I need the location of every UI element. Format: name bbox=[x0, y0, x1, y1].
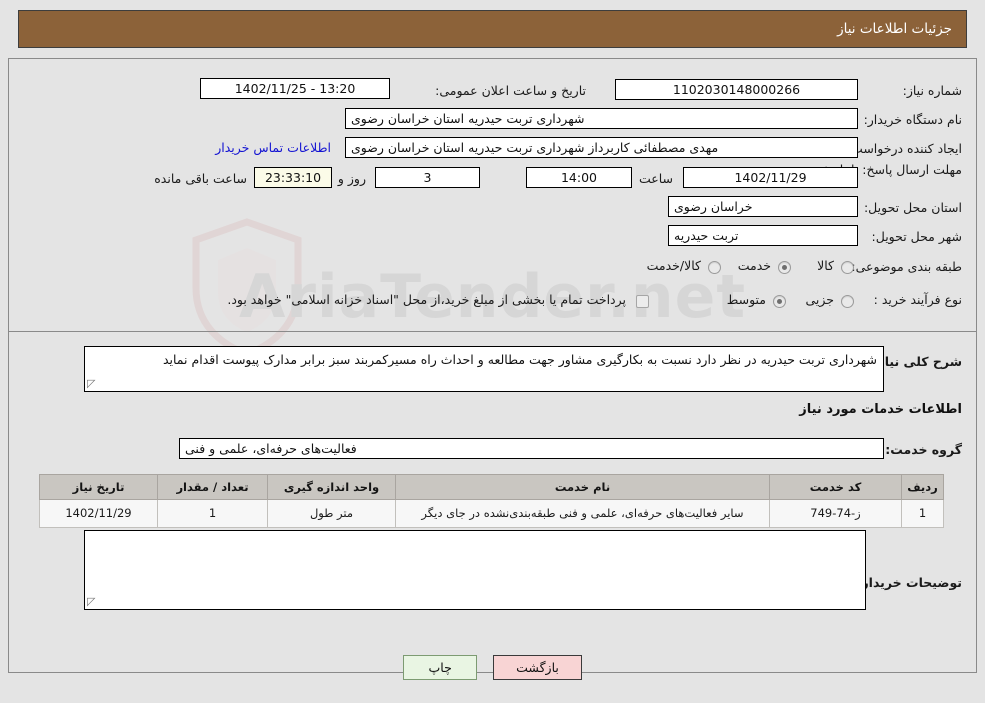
process-label: نوع فرآیند خرید : bbox=[873, 292, 962, 307]
buyer-notes-label: توضیحات خریدار: bbox=[856, 575, 962, 590]
description-textarea[interactable]: شهرداری تربت حیدریه در نظر دارد نسبت به … bbox=[84, 346, 884, 392]
category-option-khedmat-label: خدمت bbox=[737, 258, 771, 273]
description-text: شهرداری تربت حیدریه در نظر دارد نسبت به … bbox=[162, 352, 877, 367]
cell-row: 1 bbox=[901, 499, 944, 528]
cell-name: سایر فعالیت‌های حرفه‌ای، علمی و فنی طبقه… bbox=[395, 499, 770, 528]
days-label: روز و bbox=[337, 171, 366, 186]
city-label: شهر محل تحویل: bbox=[871, 229, 962, 244]
page-title-bar: جزئیات اطلاعات نیاز bbox=[18, 10, 967, 48]
back-button[interactable]: بازگشت bbox=[493, 655, 582, 680]
need-number-label: شماره نیاز: bbox=[902, 83, 962, 98]
hour-label: ساعت bbox=[638, 171, 673, 186]
print-button[interactable]: چاپ bbox=[403, 655, 478, 680]
requester-field: مهدی مصطفائی کاربرداز شهرداری تربت حیدری… bbox=[345, 137, 858, 158]
countdown-field: 23:33:10 bbox=[254, 167, 332, 188]
resize-handle-icon[interactable]: ◹ bbox=[87, 377, 99, 390]
treasury-checkbox[interactable] bbox=[636, 295, 649, 308]
cell-unit: متر طول bbox=[267, 499, 396, 528]
announce-label: تاریخ و ساعت اعلان عمومی: bbox=[435, 83, 586, 98]
buyer-notes-textarea[interactable]: ◹ bbox=[84, 530, 866, 610]
action-buttons: بازگشت چاپ bbox=[0, 655, 985, 680]
deadline-date-field: 1402/11/29 bbox=[683, 167, 858, 188]
buyer-org-label: نام دستگاه خریدار: bbox=[863, 112, 962, 127]
city-field: تربت حیدریه bbox=[668, 225, 858, 246]
th-date: تاریخ نیاز bbox=[39, 474, 158, 500]
th-row: ردیف bbox=[901, 474, 944, 500]
hour-field: 14:00 bbox=[526, 167, 632, 188]
need-number-field: 1102030148000266 bbox=[615, 79, 858, 100]
days-field: 3 bbox=[375, 167, 480, 188]
radio-category-khedmat[interactable] bbox=[778, 261, 791, 274]
service-group-field: فعالیت‌های حرفه‌ای، علمی و فنی bbox=[179, 438, 884, 459]
cell-qty: 1 bbox=[157, 499, 268, 528]
radio-process-motavaset[interactable] bbox=[773, 295, 786, 308]
th-name: نام خدمت bbox=[395, 474, 770, 500]
province-field: خراسان رضوی bbox=[668, 196, 858, 217]
cell-date: 1402/11/29 bbox=[39, 499, 158, 528]
province-label: استان محل تحویل: bbox=[863, 200, 962, 215]
category-option-kala-khedmat-label: کالا/خدمت bbox=[646, 258, 701, 273]
process-option-motavaset-label: متوسط bbox=[726, 292, 766, 307]
th-qty: تعداد / مقدار bbox=[157, 474, 268, 500]
th-unit: واحد اندازه گیری bbox=[267, 474, 396, 500]
requester-label: ایجاد کننده درخواست: bbox=[846, 141, 962, 156]
radio-category-kala[interactable] bbox=[841, 261, 854, 274]
countdown-label: ساعت باقی مانده bbox=[154, 171, 247, 186]
radio-process-jozi[interactable] bbox=[841, 295, 854, 308]
services-table: ردیف کد خدمت نام خدمت واحد اندازه گیری ت… bbox=[39, 474, 944, 528]
buyer-org-field: شهرداری تربت حیدریه استان خراسان رضوی bbox=[345, 108, 858, 129]
services-section-heading: اطلاعات خدمات مورد نیاز bbox=[799, 402, 962, 417]
page-title: جزئیات اطلاعات نیاز bbox=[837, 21, 952, 37]
description-label: شرح کلی نیاز: bbox=[872, 354, 962, 369]
deadline-label: مهلت ارسال پاسخ: تا تاریخ: bbox=[817, 162, 962, 177]
need-info-section: شماره نیاز: 1102030148000266 تاریخ و ساع… bbox=[9, 59, 976, 331]
process-option-jozi-label: جزیی bbox=[805, 292, 834, 307]
category-option-kala-label: کالا bbox=[817, 258, 834, 273]
need-details-section: شرح کلی نیاز: شهرداری تربت حیدریه در نظر… bbox=[9, 332, 976, 672]
resize-handle-icon-2[interactable]: ◹ bbox=[87, 595, 99, 608]
th-code: کد خدمت bbox=[769, 474, 902, 500]
cell-code: ز-74-749 bbox=[769, 499, 902, 528]
buyer-contact-link[interactable]: اطلاعات تماس خریدار bbox=[215, 140, 331, 155]
announce-field: 13:20 - 1402/11/25 bbox=[200, 78, 390, 99]
details-panel: شماره نیاز: 1102030148000266 تاریخ و ساع… bbox=[8, 58, 977, 673]
table-row: 1 ز-74-749 سایر فعالیت‌های حرفه‌ای، علمی… bbox=[39, 499, 944, 528]
radio-category-kala-khedmat[interactable] bbox=[708, 261, 721, 274]
table-header-row: ردیف کد خدمت نام خدمت واحد اندازه گیری ت… bbox=[39, 474, 944, 500]
category-label: طبقه بندی موضوعی: bbox=[851, 259, 962, 274]
treasury-note-label: پرداخت تمام یا بخشی از مبلغ خرید،از محل … bbox=[227, 292, 626, 307]
page-root: AriaTender.net جزئیات اطلاعات نیاز شماره… bbox=[0, 0, 985, 703]
service-group-label: گروه خدمت: bbox=[885, 442, 962, 457]
